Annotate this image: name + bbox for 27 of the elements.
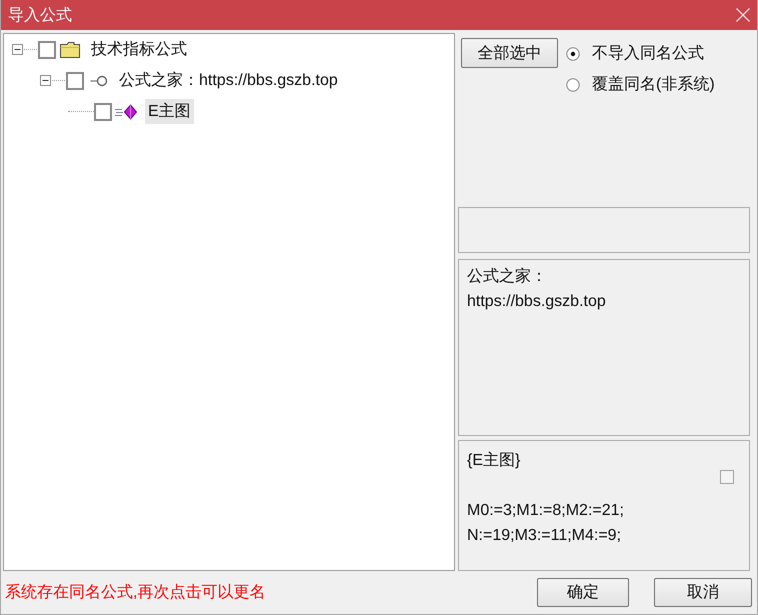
tree-item[interactable]: E主图 — [145, 99, 194, 124]
close-icon[interactable] — [736, 8, 750, 22]
formula-code: M0:=3;M1:=8;M2:=21; — [467, 501, 625, 521]
status-message: 系统存在同名公式,再次点击可以更名 — [5, 582, 266, 603]
checkbox[interactable] — [66, 72, 84, 90]
tree-item[interactable]: 技术指标公式 — [88, 37, 190, 62]
cancel-button[interactable]: 取消 — [654, 578, 752, 607]
select-all-button[interactable]: 全部选中 — [461, 38, 558, 68]
collapse-icon[interactable] — [40, 75, 66, 86]
folder-icon — [60, 42, 80, 58]
diamond-icon — [115, 104, 137, 120]
description-text: 公式之家： — [467, 266, 548, 287]
checkbox[interactable] — [94, 102, 112, 120]
checkbox[interactable] — [720, 470, 734, 484]
radio-button[interactable] — [566, 78, 580, 92]
collapse-icon[interactable] — [12, 44, 38, 55]
window-title: 导入公式 — [8, 6, 72, 26]
tree-item[interactable]: 公式之家：https://bbs.gszb.top — [116, 68, 341, 93]
description-text: https://bbs.gszb.top — [467, 292, 607, 312]
radio-label[interactable]: 不导入同名公式 — [592, 43, 704, 64]
ok-button[interactable]: 确定 — [537, 578, 629, 607]
radio-label[interactable]: 覆盖同名(非系统) — [592, 74, 715, 95]
checkbox[interactable] — [38, 40, 56, 58]
node-icon — [90, 74, 108, 86]
formula-code: N:=19;M3:=11;M4:=9; — [467, 526, 622, 546]
radio-button[interactable] — [566, 46, 580, 60]
formula-title: {E主图} — [467, 450, 522, 471]
